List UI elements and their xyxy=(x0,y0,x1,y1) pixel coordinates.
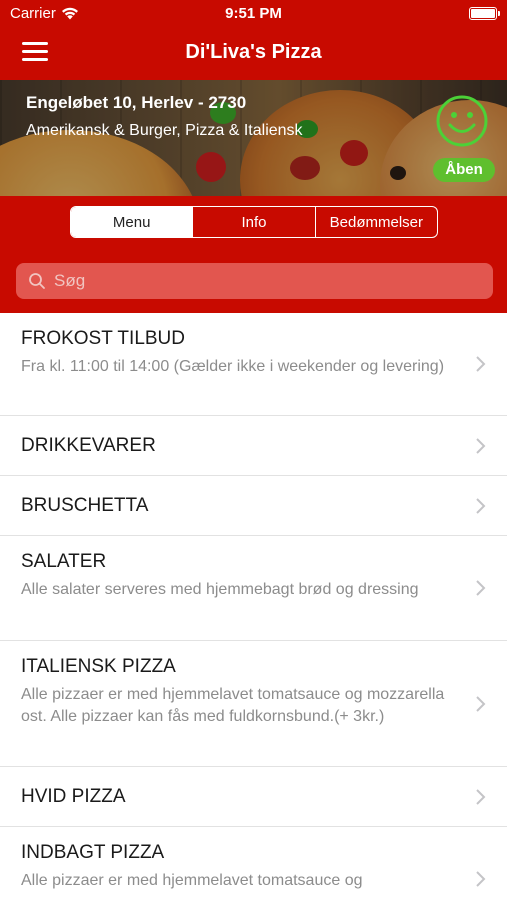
clock: 9:51 PM xyxy=(225,5,282,22)
restaurant-cuisine: Amerikansk & Burger, Pizza & Italiensk xyxy=(26,122,303,139)
chevron-right-icon xyxy=(476,695,486,712)
category-title: FROKOST TILBUD xyxy=(21,328,185,349)
chevron-right-icon xyxy=(476,356,486,372)
search-icon xyxy=(29,273,45,289)
restaurant-address: Engeløbet 10, Herlev - 2730 xyxy=(26,93,247,112)
category-description: Fra kl. 11:00 til 14:00 (Gælder ikke i w… xyxy=(21,358,445,375)
status-bar: Carrier 9:51 PM xyxy=(0,0,507,28)
tab-info[interactable]: Info xyxy=(192,207,314,237)
restaurant-header: Engeløbet 10, Herlev - 2730 Amerikansk &… xyxy=(0,80,507,196)
category-row-italiensk-pizza[interactable]: ITALIENSK PIZZA Alle pizzaer er med hjem… xyxy=(0,641,507,767)
segmented-control: Menu Info Bedømmelser xyxy=(70,206,438,238)
tab-reviews[interactable]: Bedømmelser xyxy=(314,207,437,237)
search-input[interactable] xyxy=(54,271,474,291)
chevron-right-icon xyxy=(476,437,486,454)
category-description: Alle pizzaer er med hjemmelavet tomatsau… xyxy=(21,686,445,725)
search-area xyxy=(0,250,507,313)
chevron-right-icon xyxy=(476,788,486,805)
chevron-right-icon xyxy=(476,871,486,887)
category-title: INDBAGT PIZZA xyxy=(21,842,165,863)
category-list: FROKOST TILBUD Fra kl. 11:00 til 14:00 (… xyxy=(0,313,507,900)
navigation-bar: Di'Liva's Pizza xyxy=(0,28,507,80)
category-title: HVID PIZZA xyxy=(21,786,126,807)
page-title: Di'Liva's Pizza xyxy=(185,41,322,63)
tab-bar: Menu Info Bedømmelser xyxy=(0,196,507,250)
chevron-right-icon xyxy=(476,497,486,514)
category-row-bruschetta[interactable]: BRUSCHETTA xyxy=(0,476,507,536)
category-description: Alle salater serveres med hjemmebagt brø… xyxy=(21,581,419,598)
chevron-right-icon xyxy=(476,580,486,596)
category-row-salater[interactable]: SALATER Alle salater serveres med hjemme… xyxy=(0,536,507,641)
smiley-icon xyxy=(436,95,488,147)
open-status-badge: Åben xyxy=(433,158,495,182)
category-row-drikkevarer[interactable]: DRIKKEVARER xyxy=(0,416,507,476)
category-title: ITALIENSK PIZZA xyxy=(21,656,176,677)
tab-menu[interactable]: Menu xyxy=(71,207,193,237)
search-bar[interactable] xyxy=(16,263,493,299)
category-title: SALATER xyxy=(21,551,107,572)
category-description: Alle pizzaer er med hjemmelavet tomatsau… xyxy=(21,872,363,889)
category-row-hvid-pizza[interactable]: HVID PIZZA xyxy=(0,767,507,827)
category-row-frokost-tilbud[interactable]: FROKOST TILBUD Fra kl. 11:00 til 14:00 (… xyxy=(0,313,507,416)
battery-icon xyxy=(469,7,500,20)
category-title: BRUSCHETTA xyxy=(21,495,149,516)
category-row-indbagt-pizza[interactable]: INDBAGT PIZZA Alle pizzaer er med hjemme… xyxy=(0,827,507,900)
category-title: DRIKKEVARER xyxy=(21,435,156,456)
